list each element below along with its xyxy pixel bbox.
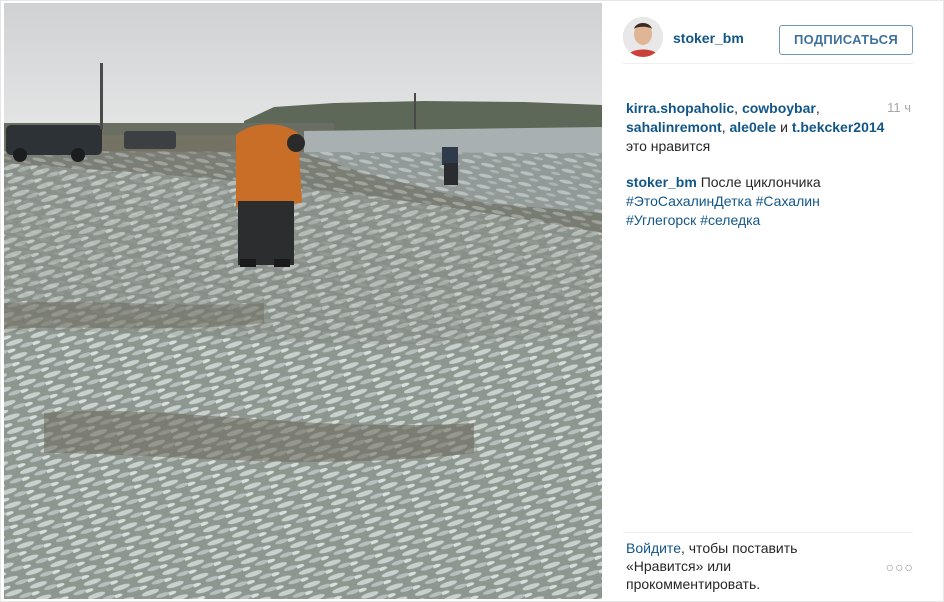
liker-link[interactable]: t.bekcker2014 [792,119,885,135]
liker-link[interactable]: cowboybar [742,100,816,116]
hashtag-link[interactable]: #ЭтоСахалинДетка [626,193,752,209]
login-link[interactable]: Войдите [626,540,681,556]
caption-text: После циклончика [700,174,821,190]
post-footer: Войдите, чтобы поставить «Нравится» или … [623,532,913,593]
caption-username-link[interactable]: stoker_bm [626,174,697,190]
likes-connector: и [780,119,788,135]
follow-button[interactable]: ПОДПИСАТЬСЯ [779,25,913,55]
liker-link[interactable]: kirra.shopaholic [626,100,734,116]
avatar-photo [623,17,663,57]
post-caption: stoker_bm После циклончика #ЭтоСахалинДе… [626,173,916,230]
avatar[interactable] [623,17,663,57]
post-photo[interactable] [4,3,602,599]
likes-line: kirra.shopaholic, cowboybar, sahalinremo… [626,100,885,154]
login-prompt: Войдите, чтобы поставить «Нравится» или … [626,539,856,593]
post-frame: stoker_bm ПОДПИСАТЬСЯ kirra.shopaholic, … [0,0,944,602]
post-header: stoker_bm ПОДПИСАТЬСЯ [623,17,913,64]
hashtag-link[interactable]: #Сахалин [756,193,820,209]
liker-link[interactable]: ale0ele [729,119,776,135]
ellipsis-icon[interactable]: ○○○ [886,559,914,575]
liker-link[interactable]: sahalinremont [626,119,722,135]
likes-suffix: это нравится [626,138,711,154]
username-link[interactable]: stoker_bm [673,30,744,46]
post-sidebar: stoker_bm ПОДПИСАТЬСЯ kirra.shopaholic, … [603,1,943,601]
post-timestamp[interactable]: 11 ч [887,100,911,115]
hashtag-link[interactable]: #селедка [700,212,760,228]
hashtag-link[interactable]: #Углегорск [626,212,696,228]
